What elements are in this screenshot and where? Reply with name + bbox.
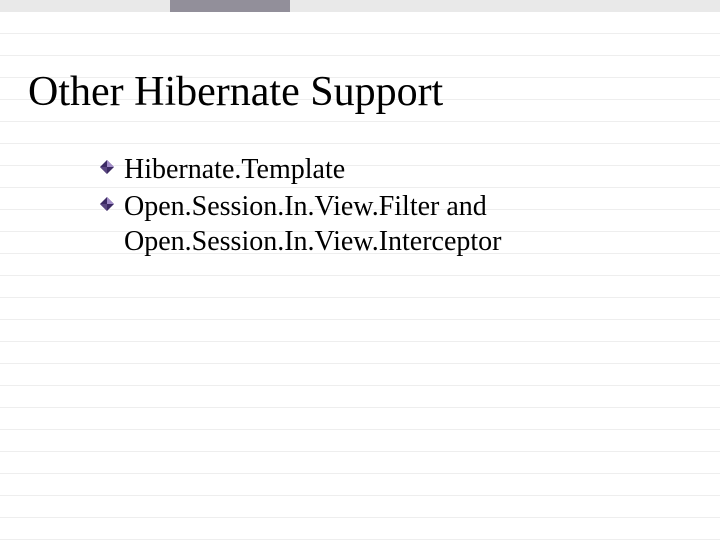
top-bar [0,0,720,12]
list-item: Hibernate.Template [100,152,660,187]
diamond-bullet-icon [100,160,114,174]
bullet-text: Hibernate.Template [124,154,345,185]
list-item: Open.Session.In.View.Filter and Open.Ses… [100,189,660,259]
diamond-bullet-icon [100,197,114,211]
slide-content: Other Hibernate Support Hibernate.Templa… [0,12,720,540]
slide-title: Other Hibernate Support [28,68,443,116]
bullet-text: Open.Session.In.View.Filter and Open.Ses… [124,191,502,257]
top-bar-accent [170,0,290,12]
bullet-list: Hibernate.Template Open.Session.In.View.… [100,152,660,261]
